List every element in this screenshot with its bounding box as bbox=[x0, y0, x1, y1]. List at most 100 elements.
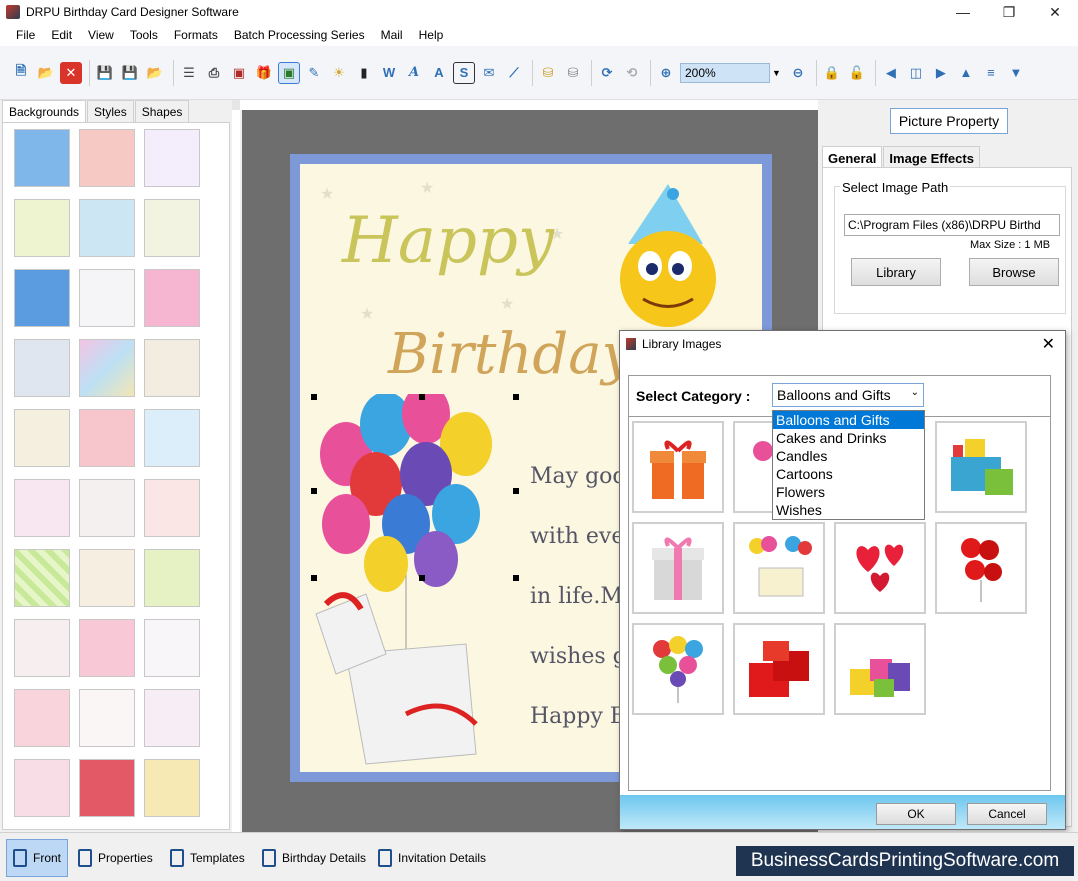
close-icon[interactable]: ✕ bbox=[60, 61, 82, 84]
save-icon[interactable]: 💾 bbox=[94, 62, 116, 84]
background-thumbnail[interactable] bbox=[79, 759, 135, 817]
selection-handle[interactable] bbox=[311, 575, 317, 581]
menu-mail[interactable]: Mail bbox=[373, 28, 411, 42]
browse-button[interactable]: Browse bbox=[969, 258, 1059, 286]
background-thumbnail[interactable] bbox=[144, 269, 200, 327]
arrow-right-icon[interactable]: ▶ bbox=[930, 62, 952, 84]
background-thumbnail[interactable] bbox=[14, 759, 70, 817]
background-thumbnail[interactable] bbox=[14, 269, 70, 327]
selection-handle[interactable] bbox=[419, 575, 425, 581]
arrow-up-icon[interactable]: ▲ bbox=[955, 62, 977, 84]
background-thumbnail[interactable] bbox=[144, 339, 200, 397]
maximize-button[interactable]: ❐ bbox=[986, 0, 1032, 24]
library-image-item[interactable] bbox=[632, 623, 724, 715]
background-thumbnail[interactable] bbox=[14, 619, 70, 677]
flip-icon[interactable]: ◫ bbox=[905, 62, 927, 84]
export-icon[interactable]: 📂 bbox=[144, 62, 166, 84]
zoom-dropdown-icon[interactable]: ▼ bbox=[772, 68, 781, 78]
background-thumbnail[interactable] bbox=[14, 339, 70, 397]
signature-icon[interactable]: S bbox=[453, 61, 475, 84]
text-icon[interactable]: A bbox=[403, 62, 425, 84]
zoom-in-icon[interactable]: ⊕ bbox=[655, 62, 677, 84]
background-thumbnail[interactable] bbox=[79, 549, 135, 607]
background-thumbnail[interactable] bbox=[79, 619, 135, 677]
library-image-item[interactable] bbox=[632, 421, 724, 513]
selection-handle[interactable] bbox=[419, 394, 425, 400]
background-thumbnail[interactable] bbox=[79, 339, 135, 397]
library-button[interactable]: Library bbox=[851, 258, 941, 286]
menu-batch-processing[interactable]: Batch Processing Series bbox=[226, 28, 373, 42]
open-folder-icon[interactable]: 📂 bbox=[35, 62, 57, 84]
category-option-wishes[interactable]: Wishes bbox=[773, 501, 924, 519]
library-image-item[interactable] bbox=[935, 522, 1027, 614]
gift-icon[interactable]: 🎁 bbox=[253, 62, 275, 84]
background-thumbnail[interactable] bbox=[79, 199, 135, 257]
properties-icon[interactable]: ☰ bbox=[178, 62, 200, 84]
card-message-line-4[interactable]: wishes g bbox=[530, 644, 627, 669]
line-icon[interactable]: ⟋ bbox=[503, 62, 525, 84]
party-emoji-image[interactable] bbox=[588, 174, 748, 334]
database-icon[interactable]: ⛁ bbox=[537, 62, 559, 84]
image-path-input[interactable]: C:\Program Files (x86)\DRPU Birthd bbox=[844, 214, 1060, 236]
barcode-icon[interactable]: ▮ bbox=[353, 62, 375, 84]
menu-help[interactable]: Help bbox=[411, 28, 452, 42]
align-icon[interactable]: ≡ bbox=[980, 62, 1002, 84]
arrow-down-icon[interactable]: ▼ bbox=[1005, 62, 1027, 84]
background-thumbnail[interactable] bbox=[144, 479, 200, 537]
menu-formats[interactable]: Formats bbox=[166, 28, 226, 42]
word-art-icon[interactable]: W bbox=[378, 62, 400, 84]
category-option-cartoons[interactable]: Cartoons bbox=[773, 465, 924, 483]
bottom-tab-properties[interactable]: Properties bbox=[72, 839, 159, 877]
chevron-down-icon[interactable]: ⌄ bbox=[911, 387, 919, 398]
bottom-tab-invitation-details[interactable]: Invitation Details bbox=[372, 839, 492, 877]
bottom-tab-front[interactable]: Front bbox=[6, 839, 69, 877]
zoom-level-input[interactable]: 200% bbox=[680, 62, 770, 83]
bottom-tab-birthday-details[interactable]: Birthday Details bbox=[256, 839, 372, 877]
background-thumbnail[interactable] bbox=[144, 689, 200, 747]
library-image-item[interactable] bbox=[834, 522, 926, 614]
background-thumbnail[interactable] bbox=[14, 199, 70, 257]
selection-handle[interactable] bbox=[311, 394, 317, 400]
redo-icon[interactable]: ⟲ bbox=[621, 62, 643, 84]
close-window-button[interactable]: ✕ bbox=[1032, 0, 1078, 24]
selection-handle[interactable] bbox=[311, 488, 317, 494]
tab-shapes[interactable]: Shapes bbox=[134, 100, 190, 122]
background-thumbnail[interactable] bbox=[144, 549, 200, 607]
insert-picture-icon[interactable]: ▣ bbox=[278, 61, 300, 84]
background-thumbnail[interactable] bbox=[79, 689, 135, 747]
background-thumbnail[interactable] bbox=[14, 479, 70, 537]
category-option-cakes-drinks[interactable]: Cakes and Drinks bbox=[773, 429, 924, 447]
library-image-item[interactable] bbox=[733, 623, 825, 715]
tab-backgrounds[interactable]: Backgrounds bbox=[2, 100, 87, 122]
cancel-button[interactable]: Cancel bbox=[967, 803, 1047, 825]
undo-icon[interactable]: ⟳ bbox=[596, 62, 618, 84]
background-thumbnail[interactable] bbox=[144, 199, 200, 257]
background-thumbnail[interactable] bbox=[79, 269, 135, 327]
print-preview-icon[interactable]: ▣ bbox=[228, 62, 250, 84]
dialog-close-icon[interactable]: ✕ bbox=[1042, 334, 1055, 354]
lock-icon[interactable]: 🔒 bbox=[821, 62, 843, 84]
card-message-line-5[interactable]: Happy Bi bbox=[530, 704, 633, 729]
background-thumbnail[interactable] bbox=[79, 129, 135, 187]
card-message-line-1[interactable]: May god bbox=[530, 464, 626, 489]
save-as-icon[interactable]: 💾 bbox=[119, 62, 141, 84]
selection-handle[interactable] bbox=[513, 575, 519, 581]
category-option-balloons-gifts[interactable]: Balloons and Gifts bbox=[773, 411, 924, 429]
unlock-icon[interactable]: 🔓 bbox=[846, 62, 868, 84]
balloons-gift-image[interactable] bbox=[306, 394, 526, 772]
menu-view[interactable]: View bbox=[80, 28, 122, 42]
library-image-item[interactable] bbox=[935, 421, 1027, 513]
menu-tools[interactable]: Tools bbox=[122, 28, 166, 42]
menu-edit[interactable]: Edit bbox=[43, 28, 80, 42]
bottom-tab-templates[interactable]: Templates bbox=[164, 839, 251, 877]
background-thumbnail[interactable] bbox=[79, 409, 135, 467]
text-box-icon[interactable]: A bbox=[428, 62, 450, 84]
mail-icon[interactable]: ✉ bbox=[478, 62, 500, 84]
category-option-candles[interactable]: Candles bbox=[773, 447, 924, 465]
background-thumbnail[interactable] bbox=[14, 409, 70, 467]
background-thumbnail[interactable] bbox=[14, 129, 70, 187]
library-image-item[interactable] bbox=[632, 522, 724, 614]
image-icon[interactable]: ☀ bbox=[328, 62, 350, 84]
background-thumbnail[interactable] bbox=[144, 409, 200, 467]
background-thumbnail[interactable] bbox=[14, 689, 70, 747]
